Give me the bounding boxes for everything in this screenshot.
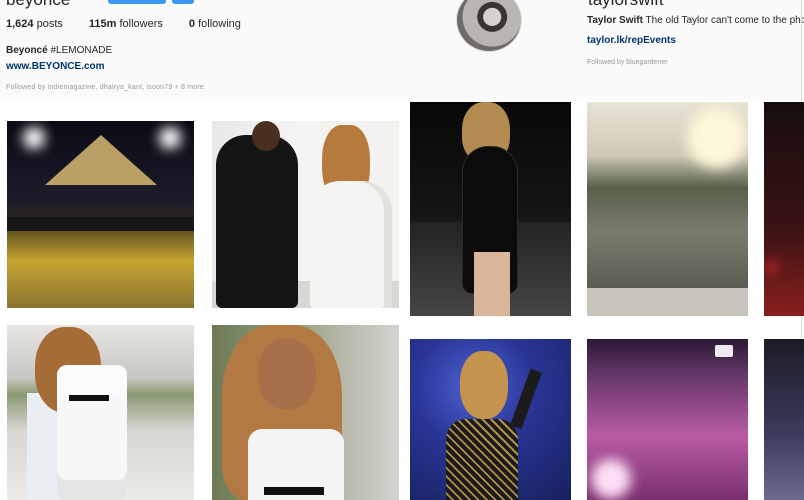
follow-button[interactable] [108,0,166,4]
grid-photo-pink-stadium[interactable] [587,339,748,500]
stage-light [159,127,181,149]
bio-line: Taylor Swift The old Taylor can't come t… [587,15,804,26]
man-head [252,121,280,151]
following-stat[interactable]: 0 following [189,18,241,30]
bio-line: Beyoncé #LEMONADE [6,45,112,56]
followers-count: 115m [88,18,117,30]
bio-name: Beyoncé [6,45,48,56]
profile-website-link[interactable]: www.BEYONCE.com [6,61,105,72]
more-options-button[interactable] [172,0,194,4]
profile-username: taylorswift [588,0,664,10]
venue-logo [715,345,733,357]
red-spotlight [766,262,776,272]
grid-photo-beyonce-stage[interactable] [7,121,194,308]
stage-light [23,127,45,149]
singer-hair [460,351,508,419]
woman-figure [310,181,392,308]
posts-stat: 1,624 posts [6,18,63,30]
following-label: following [198,18,241,30]
grid-photo-beyonce-closeup[interactable] [212,325,399,500]
grid-photo-beyonce-white[interactable] [7,325,194,500]
singer-legs [474,252,510,316]
belt [264,487,324,495]
light-flare [591,459,631,499]
bio-text: The old Taylor can't come to the phone r… [645,15,804,26]
grid-photo-stadium-crowd[interactable] [587,102,748,316]
taylor-profile-header: taylorswift Taylor Swift The old Taylor … [400,0,804,100]
profile-avatar[interactable] [456,0,522,52]
raised-arm [510,368,542,430]
belt [69,395,109,401]
grid-photo-beyonce-jayz[interactable] [212,121,399,308]
posts-label: posts [36,18,63,30]
white-dress [57,365,127,500]
followers-label: followers [119,18,163,30]
singer-outfit [446,419,518,500]
profile-stats: 1,624 posts 115m followers 0 following [6,18,241,30]
following-count: 0 [188,18,196,30]
profile-username: beyonce [6,0,70,10]
stage-edge [7,217,194,231]
grid-photo-partial-crowd[interactable] [764,339,804,500]
bio-name: Taylor Swift [587,15,643,26]
profile-website-link[interactable]: taylor.lk/repEvents [587,35,676,46]
man-figure [216,135,298,308]
bio-hashtag[interactable]: #LEMONADE [50,45,112,56]
grid-photo-taylor-blue[interactable] [410,339,571,500]
sun-glow [687,108,747,168]
stage-runway [587,288,748,316]
grid-photo-taylor-concert[interactable] [410,102,571,316]
stage-pyramid [45,135,157,185]
followed-by-text[interactable]: Followed by indiemagazine, dhairya_kant,… [6,84,204,91]
followers-stat[interactable]: 115m followers [89,18,163,30]
grid-photo-partial-red[interactable] [764,102,804,316]
face [258,339,316,409]
posts-count: 1,624 [6,18,34,30]
followed-by-text[interactable]: Followed by bluegardener [587,59,668,66]
beyonce-profile-header: beyonce 1,624 posts 115m followers 0 fol… [0,0,400,100]
